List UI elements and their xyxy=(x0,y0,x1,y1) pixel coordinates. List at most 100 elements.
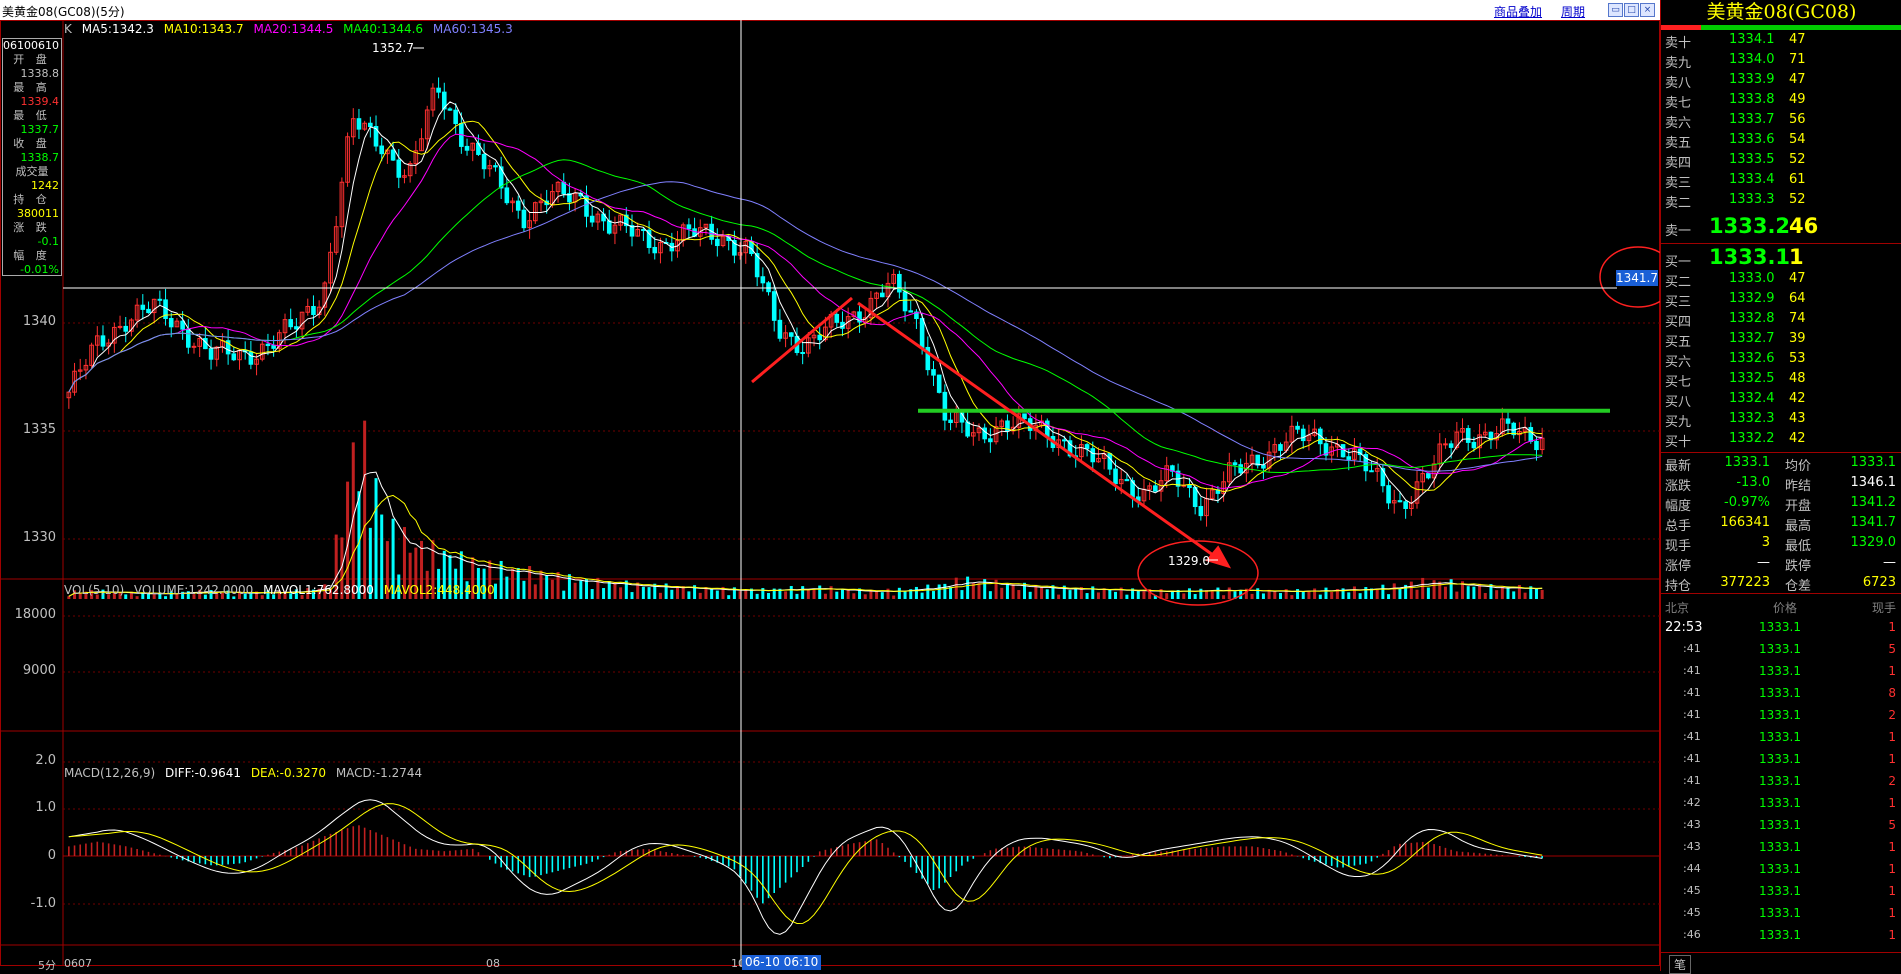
bar-info-box: 06100610 开 盘 1338.8 最 高 1339.4 最 低 1337.… xyxy=(2,38,62,276)
mavol1-label: MAVOL1:762.8000 xyxy=(263,583,374,597)
candle-body xyxy=(100,335,106,347)
macd-tick: 2.0 xyxy=(35,753,56,768)
diff-label: DIFF:-0.9641 xyxy=(164,766,241,780)
order-book-row[interactable]: 买九 1332.3 43 xyxy=(1661,409,1901,430)
candle-body xyxy=(1369,470,1374,473)
stat-value: 377223 xyxy=(1720,575,1770,590)
tick-time: :41 xyxy=(1683,686,1701,699)
volume-bar xyxy=(1005,583,1009,599)
order-book-lbl: 卖九 xyxy=(1665,56,1692,71)
ma60-label: MA60:1345.3 xyxy=(432,22,513,36)
tick-vol: 8 xyxy=(1888,686,1896,700)
order-book-row[interactable]: 买十 1332.2 42 xyxy=(1661,429,1901,450)
info-high-label: 最 高 xyxy=(13,81,51,94)
volume-bar xyxy=(1449,579,1453,599)
order-book-row[interactable]: 卖二 1333.3 52 xyxy=(1661,190,1901,211)
candle-body xyxy=(561,181,567,195)
volume-bar xyxy=(1199,588,1203,599)
order-book-row[interactable]: 卖十 1334.1 47 xyxy=(1661,30,1901,51)
order-book-row[interactable]: 买五 1332.7 39 xyxy=(1661,329,1901,350)
order-book-lbl: 买四 xyxy=(1665,315,1692,330)
order-book-row[interactable]: 卖五 1333.6 54 xyxy=(1661,130,1901,151)
volume-bar xyxy=(1540,589,1544,599)
tick-price: 1333.1 xyxy=(1759,730,1801,744)
tick-vol: 1 xyxy=(1888,906,1896,920)
volume-bar xyxy=(1426,587,1430,599)
volume-bar xyxy=(1000,587,1004,599)
order-book-price: 1333.4 xyxy=(1729,172,1775,187)
volume-bar xyxy=(579,580,583,599)
stat-label: 涨停 xyxy=(1665,559,1692,574)
candle-body xyxy=(1448,443,1454,448)
layout-icon[interactable]: ▭ xyxy=(1608,3,1623,17)
candle-body xyxy=(1198,506,1204,517)
volume-bar xyxy=(602,588,606,599)
order-book-row[interactable]: 买三 1332.9 64 xyxy=(1661,289,1901,310)
order-book-vol: 39 xyxy=(1789,331,1806,346)
stat-label: 涨跌 xyxy=(1665,479,1692,494)
order-book-row[interactable]: 买七 1332.5 48 xyxy=(1661,369,1901,390)
order-book-lbl: 买一 xyxy=(1665,255,1692,270)
candle-body xyxy=(123,325,129,332)
volume-ma-lines xyxy=(68,471,1543,597)
volume-tick: 9000 xyxy=(22,663,56,678)
stat-value: 3 xyxy=(1761,535,1770,550)
candle-body xyxy=(1261,464,1266,469)
order-book-lbl: 卖二 xyxy=(1665,196,1692,211)
order-book-row[interactable]: 卖三 1333.4 61 xyxy=(1661,170,1901,191)
order-book-vol: 43 xyxy=(1789,411,1806,426)
mavol1-line xyxy=(68,471,1543,597)
tick-vol: 2 xyxy=(1888,774,1896,788)
order-book-price: 1332.5 xyxy=(1729,371,1775,386)
order-book-row[interactable]: 买四 1332.8 74 xyxy=(1661,309,1901,330)
tick-price: 1333.1 xyxy=(1759,664,1801,678)
candle-body xyxy=(1300,428,1306,442)
order-book-row[interactable]: 卖四 1333.5 52 xyxy=(1661,150,1901,171)
restore-icon[interactable]: □ xyxy=(1624,3,1639,17)
order-book-row[interactable]: 买二 1333.0 47 xyxy=(1661,269,1901,290)
period-link[interactable]: 周期 xyxy=(1561,3,1585,20)
order-book-price: 1333.6 xyxy=(1729,132,1775,147)
dea-label: DEA:-0.3270 xyxy=(250,766,326,780)
overlay-link[interactable]: 商品叠加 xyxy=(1494,3,1542,20)
candle-body xyxy=(771,291,777,321)
volume-bar xyxy=(897,587,901,599)
order-book-row[interactable]: 买六 1332.6 53 xyxy=(1661,349,1901,370)
close-icon[interactable]: × xyxy=(1640,3,1655,17)
order-book-row[interactable]: 卖七 1333.8 49 xyxy=(1661,90,1901,111)
volume-bar xyxy=(1443,586,1447,599)
order-book-row[interactable]: 卖六 1333.7 56 xyxy=(1661,110,1901,131)
stat-value: — xyxy=(1883,555,1896,570)
candle-body xyxy=(942,391,948,421)
stat-value: — xyxy=(1757,555,1770,570)
candle-body xyxy=(1426,473,1431,479)
order-book-row[interactable]: 卖八 1333.9 47 xyxy=(1661,70,1901,91)
order-book-price: 1333.3 xyxy=(1729,192,1775,207)
volume-bar xyxy=(1085,593,1089,599)
tick-time: :41 xyxy=(1683,774,1701,787)
chart-area[interactable] xyxy=(0,20,1660,966)
order-book-row[interactable]: 卖一 1333.2 46 xyxy=(1661,214,1901,239)
order-book-row[interactable]: 买八 1332.4 42 xyxy=(1661,389,1901,410)
order-book-vol: 74 xyxy=(1789,311,1806,326)
candle-body xyxy=(436,87,441,93)
tab-trades[interactable]: 笔 xyxy=(1669,955,1692,974)
volume-bar xyxy=(846,589,850,599)
ticks-divider xyxy=(1661,593,1901,594)
order-book-row[interactable]: 买一 1333.1 1 xyxy=(1661,245,1901,270)
order-book-lbl: 买三 xyxy=(1665,295,1692,310)
volume-bar xyxy=(698,592,702,599)
bottom-tab-bar: 笔 xyxy=(1661,952,1901,974)
volume-bar xyxy=(1074,588,1078,599)
volume-bar xyxy=(1011,583,1015,599)
tick-time: :44 xyxy=(1683,862,1701,875)
order-book-row[interactable]: 卖九 1334.0 71 xyxy=(1661,50,1901,71)
volume-bar xyxy=(1364,587,1368,599)
order-book-vol: 49 xyxy=(1789,92,1806,107)
macd-indicator-label: MACD(12,26,9) xyxy=(64,766,156,780)
order-book-vol: 42 xyxy=(1789,391,1806,406)
mavol2-label: MAVOL2:448.4000 xyxy=(383,583,495,597)
volume-bar xyxy=(619,587,623,599)
order-book-lbl: 卖八 xyxy=(1665,76,1692,91)
stat-row: 涨停 — 跌停 — xyxy=(1661,553,1901,574)
